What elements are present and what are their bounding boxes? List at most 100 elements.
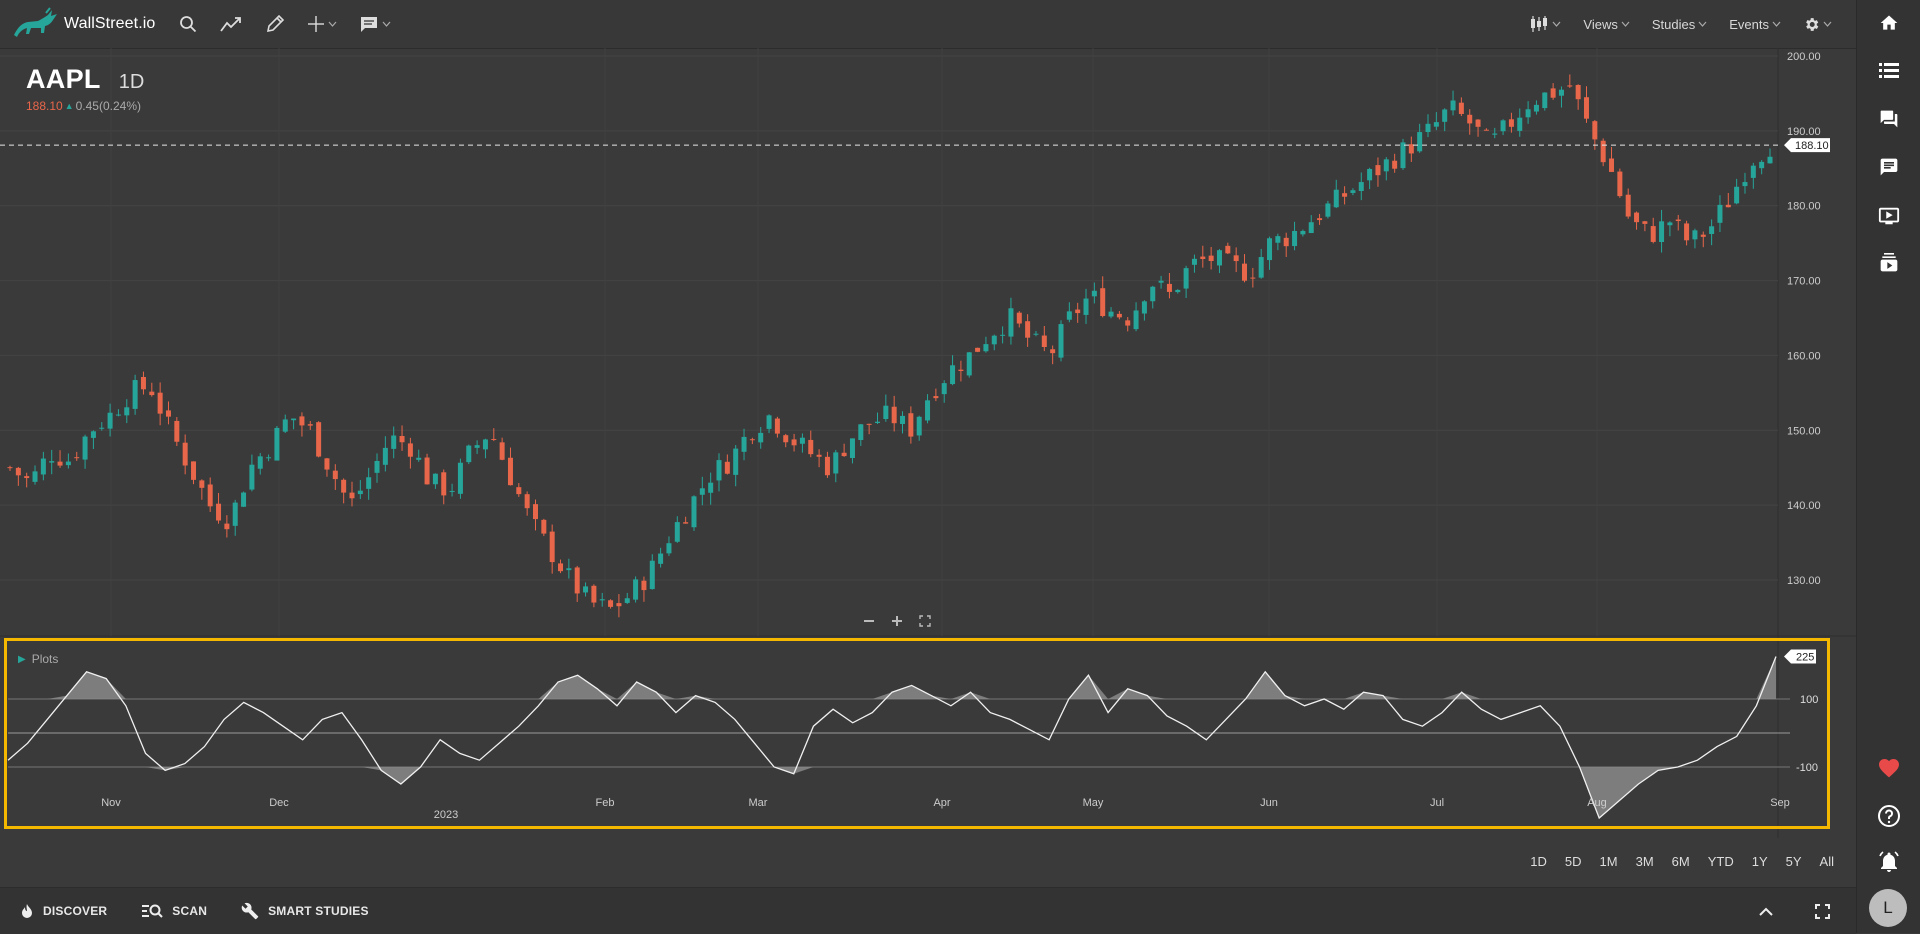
candle-body [1116,313,1122,318]
candle-body [1158,280,1164,283]
tv-icon [1878,207,1899,225]
chat-button[interactable] [1857,109,1920,129]
chart-type-menu[interactable] [1529,15,1561,33]
discover-button[interactable]: DISCOVER [20,903,107,919]
candle-body [641,580,647,591]
candle-body [99,427,105,429]
price-axis-label: 200.00 [1787,51,1821,63]
discover-label: DISCOVER [43,904,108,918]
candle-body [991,335,997,345]
price-axis-label: 140.00 [1787,500,1821,512]
candle-body [1041,335,1047,348]
candle-body [1475,119,1481,127]
candle-body [1258,257,1264,278]
alerts-button[interactable] [1857,850,1920,874]
search-button[interactable] [179,8,197,40]
trend-line-icon [220,17,242,32]
smart-studies-button[interactable]: SMART STUDIES [241,902,369,920]
candle-body [1575,84,1581,100]
range-ytd[interactable]: YTD [1708,854,1734,869]
message-icon [1880,158,1897,176]
candle-body [749,439,755,441]
chevron-down-icon [328,21,337,27]
candle-body [1141,301,1147,314]
candle-body [1567,85,1573,87]
candle-body [733,448,739,475]
events-label: Events [1729,16,1769,32]
events-menu[interactable]: Events [1729,17,1781,32]
list-icon [1878,63,1899,78]
candle-body [249,464,255,490]
candle-body [1700,234,1706,237]
candle-body [1533,104,1539,112]
plots-panel[interactable] [4,638,1830,829]
candle-body [482,439,488,450]
range-all[interactable]: All [1820,854,1834,869]
range-1y[interactable]: 1Y [1752,854,1768,869]
candle-body [182,442,188,466]
chevron-down-icon [382,21,391,27]
candle-body [1008,308,1014,337]
plots-toggle[interactable]: ▶ Plots [18,652,58,666]
scan-button[interactable]: SCAN [141,903,207,919]
studies-menu[interactable]: Studies [1652,17,1707,32]
favorites-button[interactable] [1857,756,1920,780]
collapse-panel-button[interactable] [1759,907,1773,916]
candle-body [1483,129,1489,131]
help-button[interactable] [1857,804,1920,828]
range-3m[interactable]: 3M [1636,854,1654,869]
stack-button[interactable] [1857,253,1920,273]
candle-body [1717,204,1723,223]
candle-body [90,431,96,438]
gear-icon [1806,17,1819,31]
home-button[interactable] [1857,13,1920,33]
candle-body [1759,161,1765,169]
candle-body [1000,334,1006,336]
candle-body [1392,160,1398,169]
candle-body [257,456,263,469]
arrow-up-icon: ▲ [64,101,74,111]
candle-body [1267,238,1273,261]
crosshair-button[interactable] [307,8,337,40]
watchlist-button[interactable] [1857,62,1920,80]
flame-icon [22,904,32,918]
bottom-bar: DISCOVER SCAN SMART STUDIES [0,887,1856,934]
candle-body [1083,298,1089,315]
candle-body [1517,117,1523,131]
chevron-down-icon [1552,21,1561,27]
candle-body [391,435,397,449]
range-5y[interactable]: 5Y [1786,854,1802,869]
candle-body [1317,218,1323,221]
draw-button[interactable] [265,8,285,40]
candle-body [316,422,322,457]
comment-button[interactable] [359,8,391,40]
candle-body [1400,142,1406,169]
zoom-out-button[interactable] [862,614,876,628]
candle-body [266,457,272,459]
app-logo[interactable]: WallStreet.io [12,7,155,41]
candle-body [1767,156,1773,164]
candle-body [699,488,705,495]
user-avatar[interactable]: L [1869,889,1907,927]
candle-body [207,484,213,507]
candle-body [724,461,730,474]
candle-body [82,436,88,460]
fullscreen-button[interactable] [1815,903,1830,919]
price-axis-label: 170.00 [1787,276,1821,288]
symbol-header: AAPL 1D [26,64,144,95]
range-5d[interactable]: 5D [1565,854,1582,869]
candle-body [1675,219,1681,222]
candle-body [149,391,155,396]
candle-body [1583,97,1589,119]
views-menu[interactable]: Views [1583,17,1630,32]
candle-body [282,419,288,432]
zoom-in-button[interactable] [890,614,904,628]
fullscreen-chart-button[interactable] [918,614,932,628]
range-1m[interactable]: 1M [1600,854,1618,869]
tv-button[interactable] [1857,205,1920,227]
messages-button[interactable] [1857,157,1920,177]
range-6m[interactable]: 6M [1672,854,1690,869]
trend-line-button[interactable] [219,8,243,40]
range-1d[interactable]: 1D [1530,854,1547,869]
settings-menu[interactable] [1803,16,1832,33]
